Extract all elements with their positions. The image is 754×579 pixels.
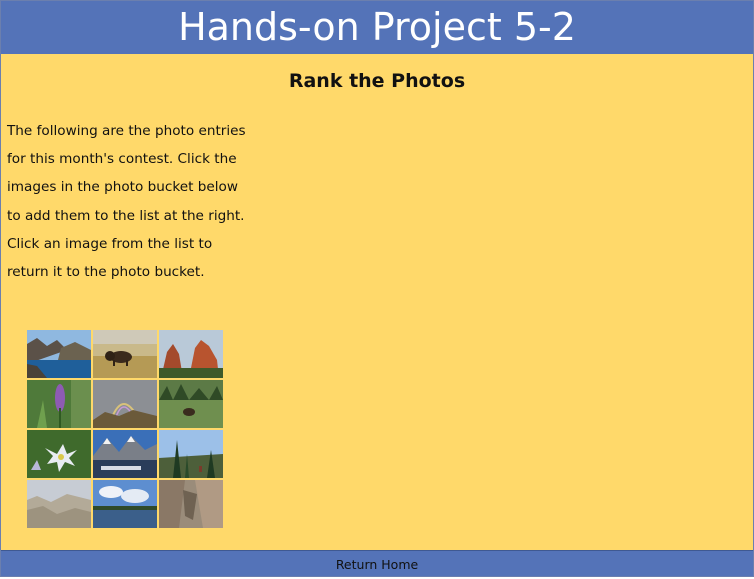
badlands-image (27, 480, 91, 528)
mountain-lake-image (27, 330, 91, 378)
photo-thumbnail-badlands[interactable] (27, 480, 91, 528)
page-header: Hands-on Project 5-2 (1, 1, 753, 54)
page-frame: Hands-on Project 5-2 Rank the Photos The… (0, 0, 754, 577)
photo-thumbnail-red-rocks[interactable] (159, 330, 223, 378)
photo-thumbnail-mountain-lake[interactable] (27, 330, 91, 378)
photo-thumbnail-moose-meadow[interactable] (159, 380, 223, 428)
photo-thumbnail-pine-trail[interactable] (159, 430, 223, 478)
photo-thumbnail-purple-wildflower[interactable] (27, 380, 91, 428)
photo-thumbnail-snowy-peaks-lake[interactable] (93, 430, 157, 478)
cloudy-lake-image (93, 480, 157, 528)
pine-trail-image (159, 430, 223, 478)
ranked-photo-list (291, 111, 731, 531)
photo-thumbnail-white-flower[interactable] (27, 430, 91, 478)
header-title: Hands-on Project 5-2 (178, 5, 576, 49)
rock-canyon-image (159, 480, 223, 528)
white-flower-image (27, 430, 91, 478)
instructions-text: The following are the photo entries for … (7, 123, 246, 281)
photo-thumbnail-rock-canyon[interactable] (159, 480, 223, 528)
photo-bucket (27, 330, 227, 530)
rainbow-image (93, 380, 157, 428)
photo-thumbnail-bison[interactable] (93, 330, 157, 378)
photo-thumbnail-cloudy-lake[interactable] (93, 480, 157, 528)
red-rocks-image (159, 330, 223, 378)
photo-thumbnail-rainbow[interactable] (93, 380, 157, 428)
purple-wildflower-image (27, 380, 91, 428)
return-home-link[interactable]: Return Home (336, 551, 418, 579)
page-footer: Return Home (1, 550, 753, 576)
moose-meadow-image (159, 380, 223, 428)
page-title: Rank the Photos (288, 70, 466, 92)
bison-image (93, 330, 157, 378)
snowy-peaks-lake-image (93, 430, 157, 478)
